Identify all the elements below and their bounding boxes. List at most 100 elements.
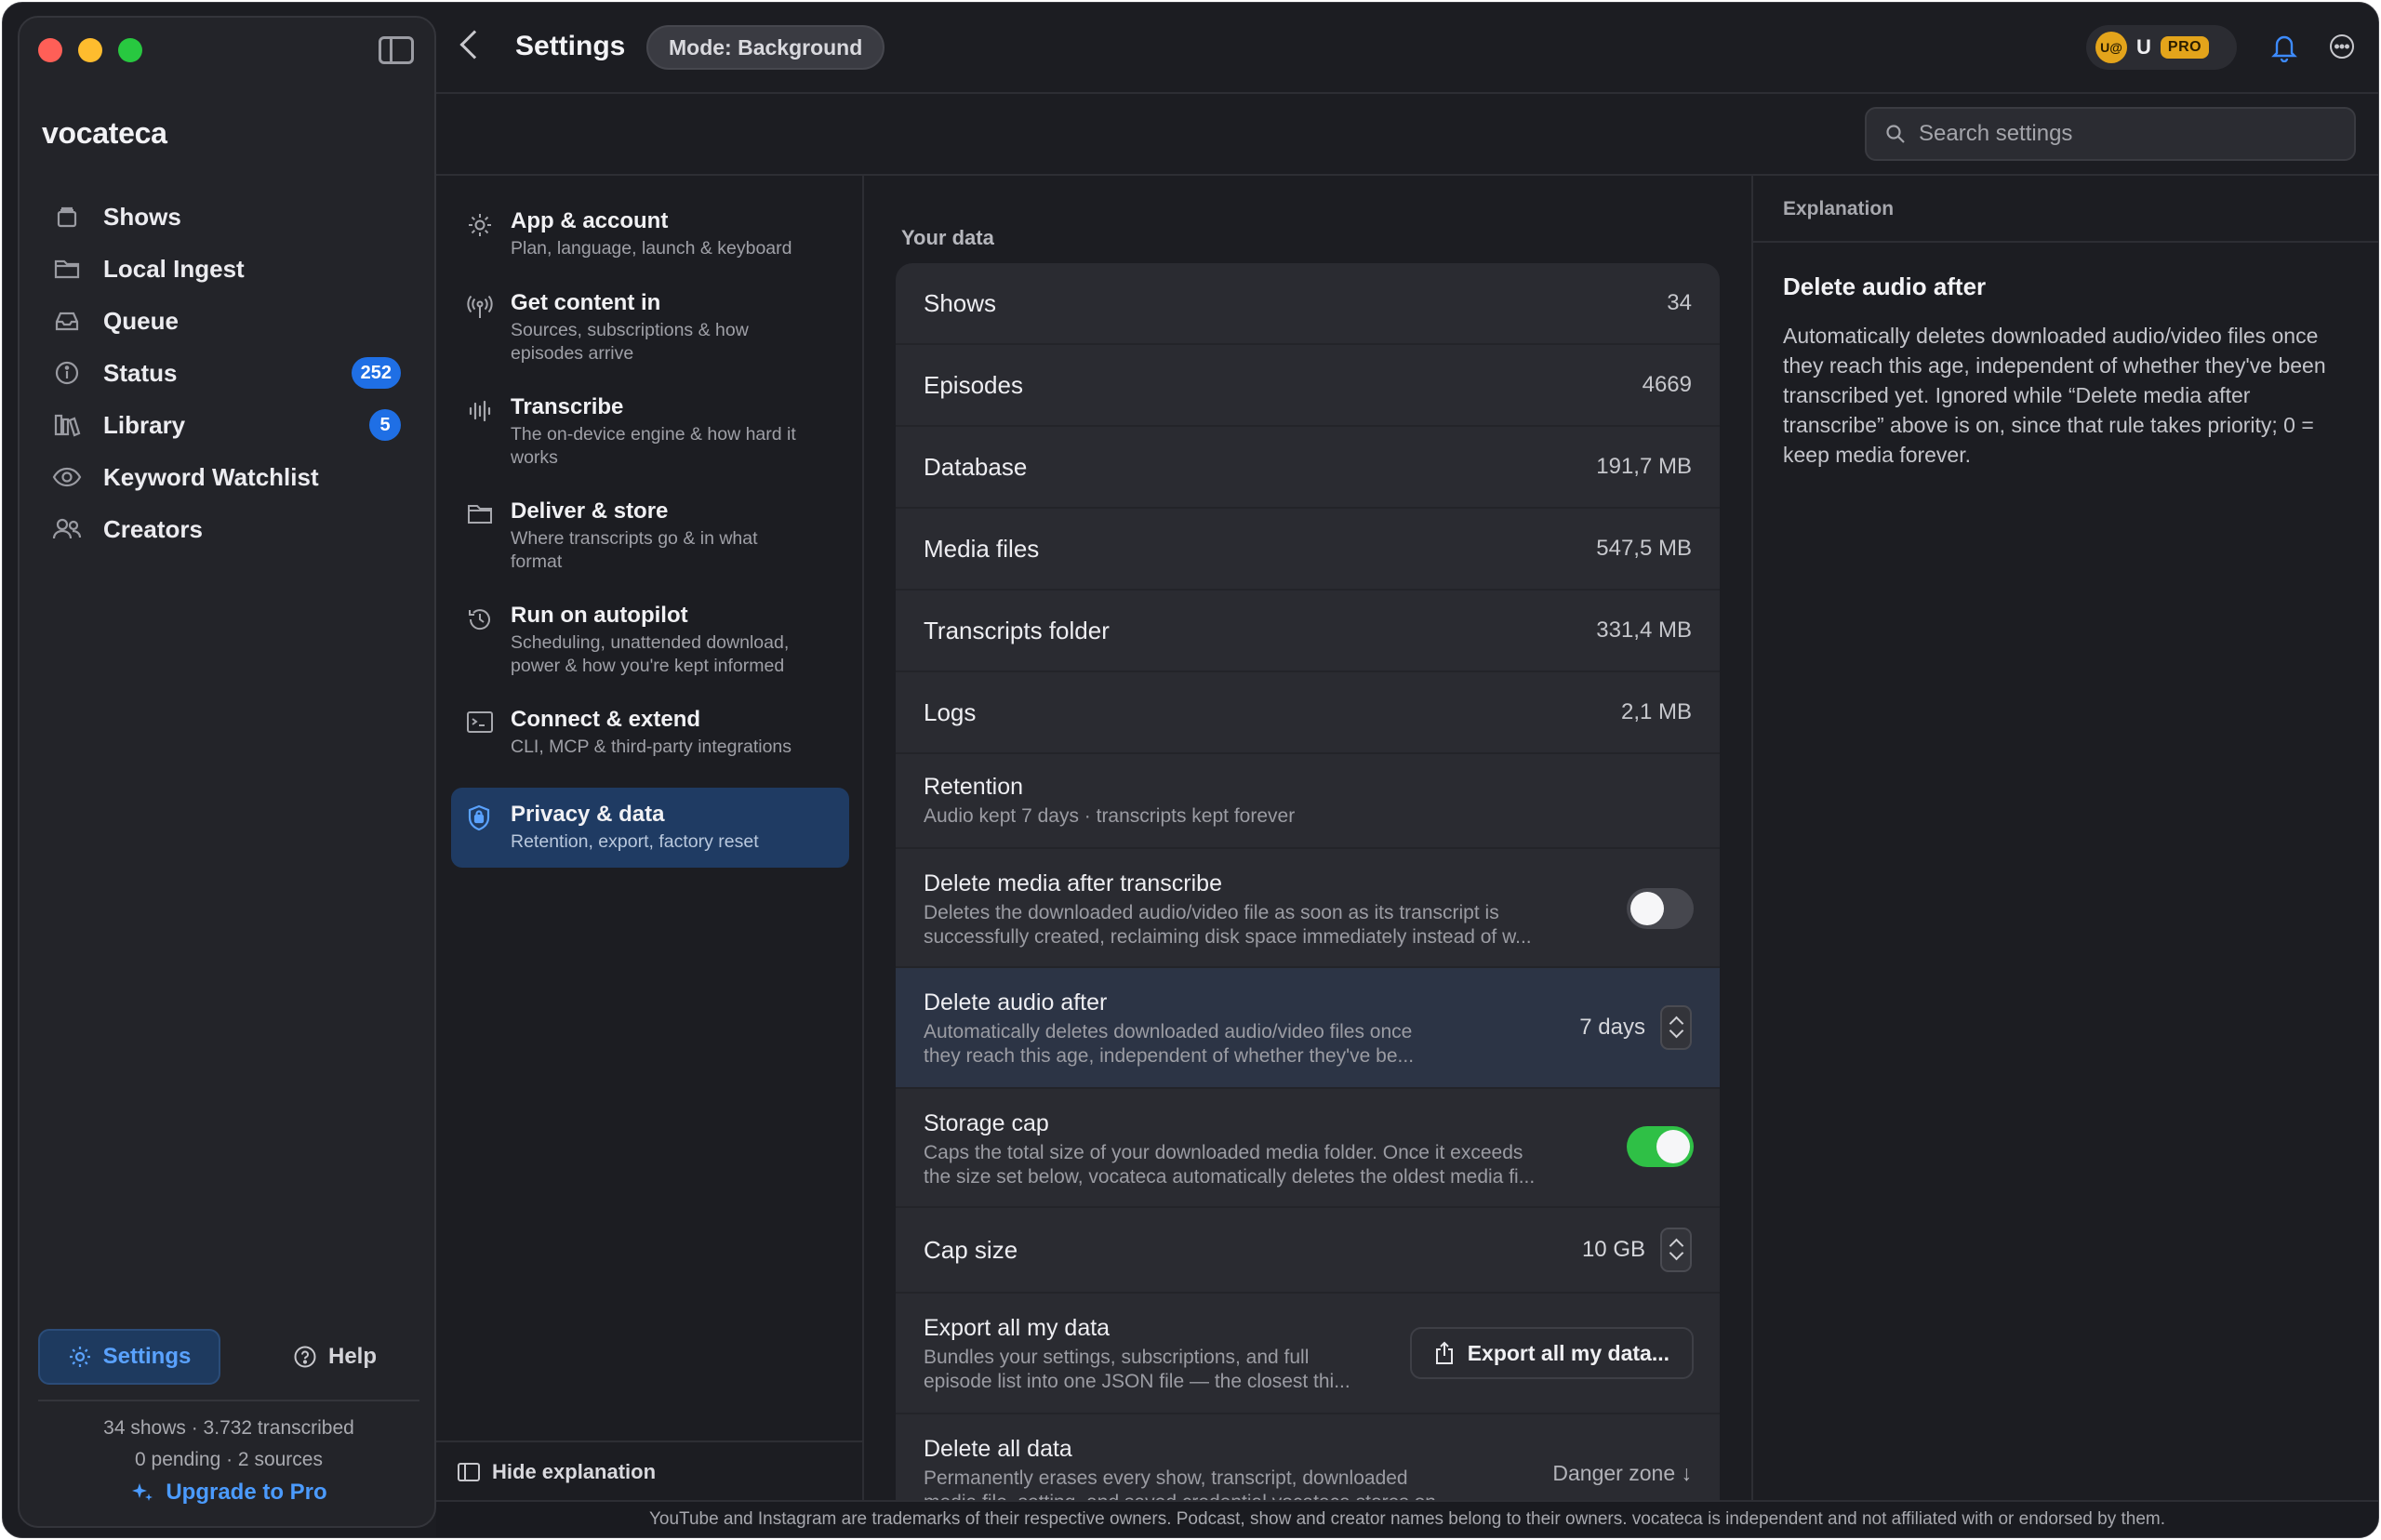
sidebar-item-label: Local Ingest xyxy=(103,254,245,283)
settings-nav-subtitle: Retention, export, factory reset xyxy=(511,831,759,852)
inbox-tray-icon xyxy=(51,307,83,335)
delete-all-label: Delete all data xyxy=(924,1436,1072,1462)
help-button-label: Help xyxy=(327,1344,377,1369)
info-circle-icon xyxy=(51,359,83,387)
close-window-button[interactable] xyxy=(38,38,62,62)
terminal-icon xyxy=(466,710,494,737)
sidebar-panel-icon xyxy=(458,1463,480,1481)
stat-row-logs: Logs 2,1 MB xyxy=(896,672,1720,754)
help-button[interactable]: Help xyxy=(274,1329,395,1385)
library-stats: 34 shows · 3.732 transcribed 0 pending ·… xyxy=(38,1413,419,1476)
storage-cap-row[interactable]: Storage cap Caps the total size of your … xyxy=(896,1089,1720,1208)
gear-icon xyxy=(466,211,494,239)
delete-audio-desc-line: they reach this age, independent of whet… xyxy=(924,1045,1415,1067)
people-icon xyxy=(51,515,83,543)
toggle-knob xyxy=(1656,1130,1690,1163)
stat-label: Media files xyxy=(924,534,1040,563)
stat-value: 2,1 MB xyxy=(1620,699,1692,724)
topbar-divider xyxy=(436,92,2378,94)
eye-icon xyxy=(51,463,83,491)
app-brand: vocateca xyxy=(42,116,167,150)
zoom-window-button[interactable] xyxy=(118,38,142,62)
minimize-window-button[interactable] xyxy=(78,38,102,62)
settings-nav-subtitle: Scheduling, unattended download, power &… xyxy=(511,632,790,676)
search-placeholder: Search settings xyxy=(1919,121,2073,146)
page-title: Settings xyxy=(515,31,626,61)
sidebar-item-label: Creators xyxy=(103,514,203,543)
sidebar-item-library[interactable]: Library 5 xyxy=(38,399,419,451)
stat-row-transcripts-folder: Transcripts folder 331,4 MB xyxy=(896,591,1720,672)
upgrade-label: Upgrade to Pro xyxy=(166,1480,327,1505)
sidebar-item-label: Shows xyxy=(103,202,181,231)
stat-row-episodes: Episodes 4669 xyxy=(896,345,1720,427)
settings-nav-get-content-in[interactable]: Get content in Sources, subscriptions & … xyxy=(451,276,849,378)
sidebar-nav: Shows Local Ingest Queue Status 252 Libr… xyxy=(38,191,419,555)
sidebar-item-status[interactable]: Status 252 xyxy=(38,347,419,399)
back-chevron-icon[interactable] xyxy=(459,30,489,60)
bell-icon[interactable] xyxy=(2270,33,2298,63)
cap-size-stepper[interactable] xyxy=(1660,1228,1692,1272)
account-pill[interactable]: U@ U PRO xyxy=(2086,25,2237,70)
delete-media-toggle[interactable] xyxy=(1627,888,1694,929)
books-icon xyxy=(51,411,83,439)
sidebar-item-shows[interactable]: Shows xyxy=(38,191,419,243)
sidebar-item-label: Keyword Watchlist xyxy=(103,462,319,491)
settings-nav-subtitle: Where transcripts go & in what format xyxy=(511,528,758,572)
library-stats-line-2: 0 pending · 2 sources xyxy=(135,1449,323,1470)
hide-explanation-button[interactable]: Hide explanation xyxy=(436,1440,862,1502)
cap-size-value: 10 GB xyxy=(1581,1237,1645,1262)
delete-media-desc-line: successfully created, reclaiming disk sp… xyxy=(924,926,1532,948)
more-options-icon[interactable] xyxy=(2328,33,2356,60)
search-settings-input[interactable]: Search settings xyxy=(1865,107,2356,161)
gear-icon xyxy=(69,1347,90,1367)
upgrade-to-pro-link[interactable]: Upgrade to Pro xyxy=(38,1480,419,1506)
settings-nav-connect-extend[interactable]: Connect & extend CLI, MCP & third-party … xyxy=(451,693,849,773)
user-initial: U xyxy=(2136,35,2151,59)
status-count-badge: 252 xyxy=(351,357,401,389)
export-all-data-button[interactable]: Export all my data... xyxy=(1409,1327,1694,1379)
settings-nav-transcribe[interactable]: Transcribe The on-device engine & how ha… xyxy=(451,380,849,483)
settings-nav-privacy-data[interactable]: Privacy & data Retention, export, factor… xyxy=(451,788,849,868)
sidebar-item-local-ingest[interactable]: Local Ingest xyxy=(38,243,419,295)
cap-size-stepper-group: 10 GB xyxy=(1582,1228,1692,1272)
mode-pill[interactable]: Mode: Background xyxy=(646,25,885,70)
delete-media-row[interactable]: Delete media after transcribe Deletes th… xyxy=(896,849,1720,968)
sidebar-item-queue[interactable]: Queue xyxy=(38,295,419,347)
sidebar-divider xyxy=(38,1400,419,1401)
stat-value: 547,5 MB xyxy=(1596,536,1692,561)
stat-row-database: Database 191,7 MB xyxy=(896,427,1720,509)
clock-history-icon xyxy=(466,605,494,633)
sidebar-item-creators[interactable]: Creators xyxy=(38,503,419,555)
storage-cap-desc-line: the size set below, vocateca automatical… xyxy=(924,1166,1536,1188)
sidebar-toggle-icon[interactable] xyxy=(379,36,414,64)
retention-label: Retention xyxy=(924,774,1024,800)
danger-zone-link[interactable]: Danger zone ↓ xyxy=(1552,1461,1692,1486)
settings-button[interactable]: Settings xyxy=(38,1329,220,1385)
delete-audio-desc-line: Automatically deletes downloaded audio/v… xyxy=(924,1021,1413,1042)
settings-nav-app-account[interactable]: App & account Plan, language, launch & k… xyxy=(451,194,849,274)
window-controls xyxy=(38,38,142,62)
top-bar: Settings Mode: Background U@ U PRO xyxy=(436,3,2378,92)
plan-badge: PRO xyxy=(2160,36,2210,59)
settings-content: Your data Shows 34 Episodes 4669 Databas… xyxy=(864,176,1751,1502)
section-label-your-data: Your data xyxy=(901,226,994,249)
storage-cap-toggle[interactable] xyxy=(1627,1126,1694,1167)
delete-audio-row[interactable]: Delete audio after Automatically deletes… xyxy=(896,968,1720,1089)
storage-cap-label: Storage cap xyxy=(924,1110,1049,1136)
delete-media-desc-line: Deletes the downloaded audio/video file … xyxy=(924,902,1499,923)
stack-icon xyxy=(51,203,83,231)
settings-nav-title: Transcribe xyxy=(511,394,624,419)
explanation-panel: Explanation Delete audio after Automatic… xyxy=(1751,176,2378,1502)
sparkle-icon xyxy=(132,1483,153,1501)
stat-label: Transcripts folder xyxy=(924,616,1110,644)
antenna-icon xyxy=(466,293,494,321)
settings-nav-run-on-autopilot[interactable]: Run on autopilot Scheduling, unattended … xyxy=(451,589,849,691)
settings-nav-deliver-store[interactable]: Deliver & store Where transcripts go & i… xyxy=(451,485,849,587)
stat-row-media-files: Media files 547,5 MB xyxy=(896,509,1720,591)
folder-icon xyxy=(466,501,494,529)
delete-audio-stepper[interactable] xyxy=(1660,1005,1692,1050)
waveform-icon xyxy=(466,397,494,425)
sidebar-item-keyword-watchlist[interactable]: Keyword Watchlist xyxy=(38,451,419,503)
settings-nav-subtitle: Sources, subscriptions & how episodes ar… xyxy=(511,320,749,364)
stat-value: 4669 xyxy=(1642,372,1692,397)
